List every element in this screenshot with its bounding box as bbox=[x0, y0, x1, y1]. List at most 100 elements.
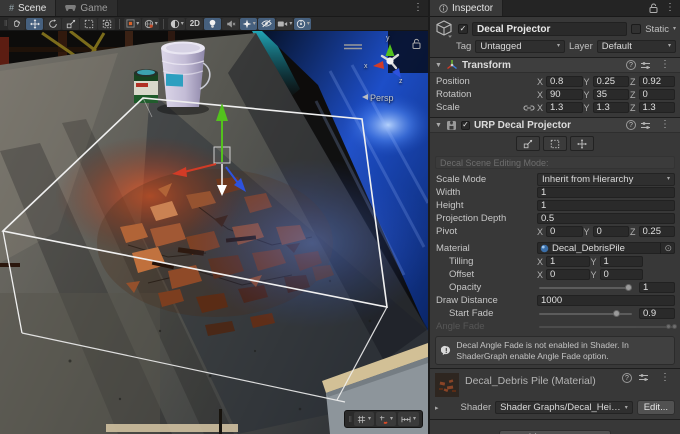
inspector-menu-icon[interactable]: ⋮ bbox=[660, 0, 680, 16]
2d-toggle-button[interactable]: 2D bbox=[186, 18, 203, 30]
decal-crop-mode-button[interactable] bbox=[543, 136, 567, 151]
presets-icon[interactable] bbox=[640, 121, 651, 130]
snap-increment-button[interactable]: ▾ bbox=[376, 412, 396, 426]
width-field[interactable] bbox=[537, 187, 675, 198]
2d-label: 2D bbox=[190, 19, 200, 28]
tab-game[interactable]: Game bbox=[56, 0, 117, 16]
start-fade-slider[interactable] bbox=[539, 313, 632, 315]
scale-y-field[interactable] bbox=[593, 102, 629, 113]
object-picker-icon[interactable]: ⊙ bbox=[660, 243, 672, 254]
opacity-slider[interactable] bbox=[539, 287, 632, 289]
height-field[interactable] bbox=[537, 200, 675, 211]
gizmo-z-label[interactable]: z bbox=[399, 78, 403, 85]
overlay-handle[interactable]: ‖ bbox=[4, 19, 6, 28]
pivot-toggle-button[interactable]: ▾ bbox=[124, 18, 141, 30]
opacity-field[interactable] bbox=[639, 282, 675, 293]
start-fade-field[interactable] bbox=[639, 308, 675, 319]
projection-depth-field[interactable] bbox=[537, 213, 675, 224]
tiling-x-field[interactable] bbox=[546, 256, 590, 267]
decal-scale-mode-button[interactable] bbox=[516, 136, 540, 151]
help-icon[interactable]: ? bbox=[626, 60, 636, 70]
foldout-icon[interactable]: ▸ bbox=[435, 404, 439, 412]
scale-tool-button[interactable] bbox=[62, 18, 79, 30]
decal-projector-header[interactable]: ▼ ✓ URP Decal Projector ? ⋮ bbox=[430, 118, 680, 133]
tag-dropdown[interactable]: Untagged▾ bbox=[475, 40, 565, 53]
transform-tool-button[interactable] bbox=[98, 18, 115, 30]
static-dropdown-caret[interactable]: ▾ bbox=[673, 26, 676, 32]
foldout-icon[interactable]: ▼ bbox=[435, 62, 442, 69]
offset-y-field[interactable] bbox=[600, 269, 644, 280]
inspector-tabbar: Inspector ⋮ bbox=[430, 0, 680, 17]
help-icon[interactable]: ? bbox=[626, 120, 636, 130]
scale-z-field[interactable] bbox=[639, 102, 675, 113]
link-scale-icon[interactable] bbox=[523, 104, 535, 112]
gizmo-y-label[interactable]: y bbox=[386, 35, 390, 42]
decal-editing-mode-label: Decal Scene Editing Mode: bbox=[435, 156, 675, 169]
scale-mode-dropdown[interactable]: Inherit from Hierarchy▾ bbox=[537, 173, 675, 186]
grid-size-button[interactable]: ▾ bbox=[398, 412, 419, 426]
presets-icon[interactable] bbox=[638, 373, 649, 382]
tab-inspector[interactable]: Inspector bbox=[430, 0, 503, 16]
pivot-y-field[interactable] bbox=[593, 226, 629, 237]
position-x-field[interactable] bbox=[546, 76, 582, 87]
rect-tool-button[interactable] bbox=[80, 18, 97, 30]
component-menu-icon[interactable]: ⋮ bbox=[655, 373, 675, 383]
add-component-button[interactable]: Add Component bbox=[499, 430, 611, 434]
scene-overlay-menu-icon[interactable]: ⋮ bbox=[408, 0, 428, 16]
effects-toggle-button[interactable]: ▾ bbox=[240, 18, 257, 30]
position-z-field[interactable] bbox=[639, 76, 675, 87]
rotation-x-field[interactable] bbox=[546, 89, 582, 100]
material-object-field[interactable]: Decal_DebrisPile ⊙ bbox=[537, 242, 675, 254]
inspector-lock-icon[interactable] bbox=[647, 0, 660, 16]
handle-orientation-globe-icon bbox=[144, 19, 154, 29]
scene-toolbar: ‖ ▾ bbox=[0, 17, 428, 31]
scale-x-field[interactable] bbox=[546, 102, 582, 113]
overlay-handle[interactable]: ‖ bbox=[349, 415, 351, 424]
material-header[interactable]: Decal_Debris Pile (Material) ? ⋮ bbox=[430, 369, 680, 399]
rotate-tool-button[interactable] bbox=[44, 18, 61, 30]
component-menu-icon[interactable]: ⋮ bbox=[655, 120, 675, 130]
position-y-field[interactable] bbox=[593, 76, 629, 87]
width-row: Width bbox=[430, 186, 680, 199]
transform-tool-icon bbox=[102, 19, 112, 29]
camera-overlay-icon bbox=[277, 20, 288, 28]
offset-x-field[interactable] bbox=[546, 269, 590, 280]
pivot-z-field[interactable] bbox=[639, 226, 675, 237]
pivot-x-field[interactable] bbox=[546, 226, 582, 237]
component-enabled-checkbox[interactable]: ✓ bbox=[461, 121, 470, 130]
gizmos-toggle-button[interactable]: ▾ bbox=[294, 18, 311, 30]
scene-lighting-button[interactable] bbox=[204, 18, 221, 30]
rotation-y-field[interactable] bbox=[593, 89, 629, 100]
hand-tool-button[interactable] bbox=[8, 18, 25, 30]
audio-toggle-button[interactable] bbox=[222, 18, 239, 30]
foldout-icon[interactable]: ▼ bbox=[435, 122, 442, 129]
shader-edit-button[interactable]: Edit... bbox=[637, 400, 675, 415]
scene-visibility-button[interactable] bbox=[258, 18, 275, 30]
rotation-z-field[interactable] bbox=[639, 89, 675, 100]
shader-dropdown[interactable]: Shader Graphs/Decal_HeightMask▾ bbox=[495, 401, 633, 414]
component-menu-icon[interactable]: ⋮ bbox=[655, 60, 675, 70]
gameobject-active-checkbox[interactable]: ✓ bbox=[458, 24, 468, 34]
scene-viewport[interactable]: y x z Persp ‖ ▾ ▾ ▾ bbox=[0, 31, 428, 434]
perspective-label[interactable]: Persp bbox=[370, 93, 394, 103]
scene-render bbox=[0, 31, 428, 434]
help-icon[interactable]: ? bbox=[622, 373, 632, 383]
handle-orientation-button[interactable]: ▾ bbox=[142, 18, 159, 30]
gizmo-x-label[interactable]: x bbox=[364, 63, 368, 70]
static-checkbox[interactable] bbox=[631, 24, 641, 34]
shading-mode-button[interactable]: ▾ bbox=[168, 18, 185, 30]
angle-fade-minmax-slider bbox=[539, 326, 673, 328]
layer-dropdown[interactable]: Default▾ bbox=[597, 40, 676, 53]
decal-pivot-mode-button[interactable] bbox=[570, 136, 594, 151]
transform-header[interactable]: ▼ Transform ? ⋮ bbox=[430, 58, 680, 73]
gameobject-cube-icon[interactable] bbox=[434, 20, 454, 38]
grid-visual-button[interactable]: ▾ bbox=[354, 412, 374, 426]
shader-row: ▸ Shader Shader Graphs/Decal_HeightMask▾… bbox=[430, 399, 680, 419]
gameobject-name-field[interactable]: Decal Projector bbox=[472, 22, 627, 36]
tiling-y-field[interactable] bbox=[600, 256, 644, 267]
draw-distance-field[interactable] bbox=[537, 295, 675, 306]
move-tool-button[interactable] bbox=[26, 18, 43, 30]
tab-scene[interactable]: # Scene bbox=[0, 0, 56, 16]
camera-overlay-button[interactable]: ▾ bbox=[276, 18, 293, 30]
presets-icon[interactable] bbox=[640, 61, 651, 70]
